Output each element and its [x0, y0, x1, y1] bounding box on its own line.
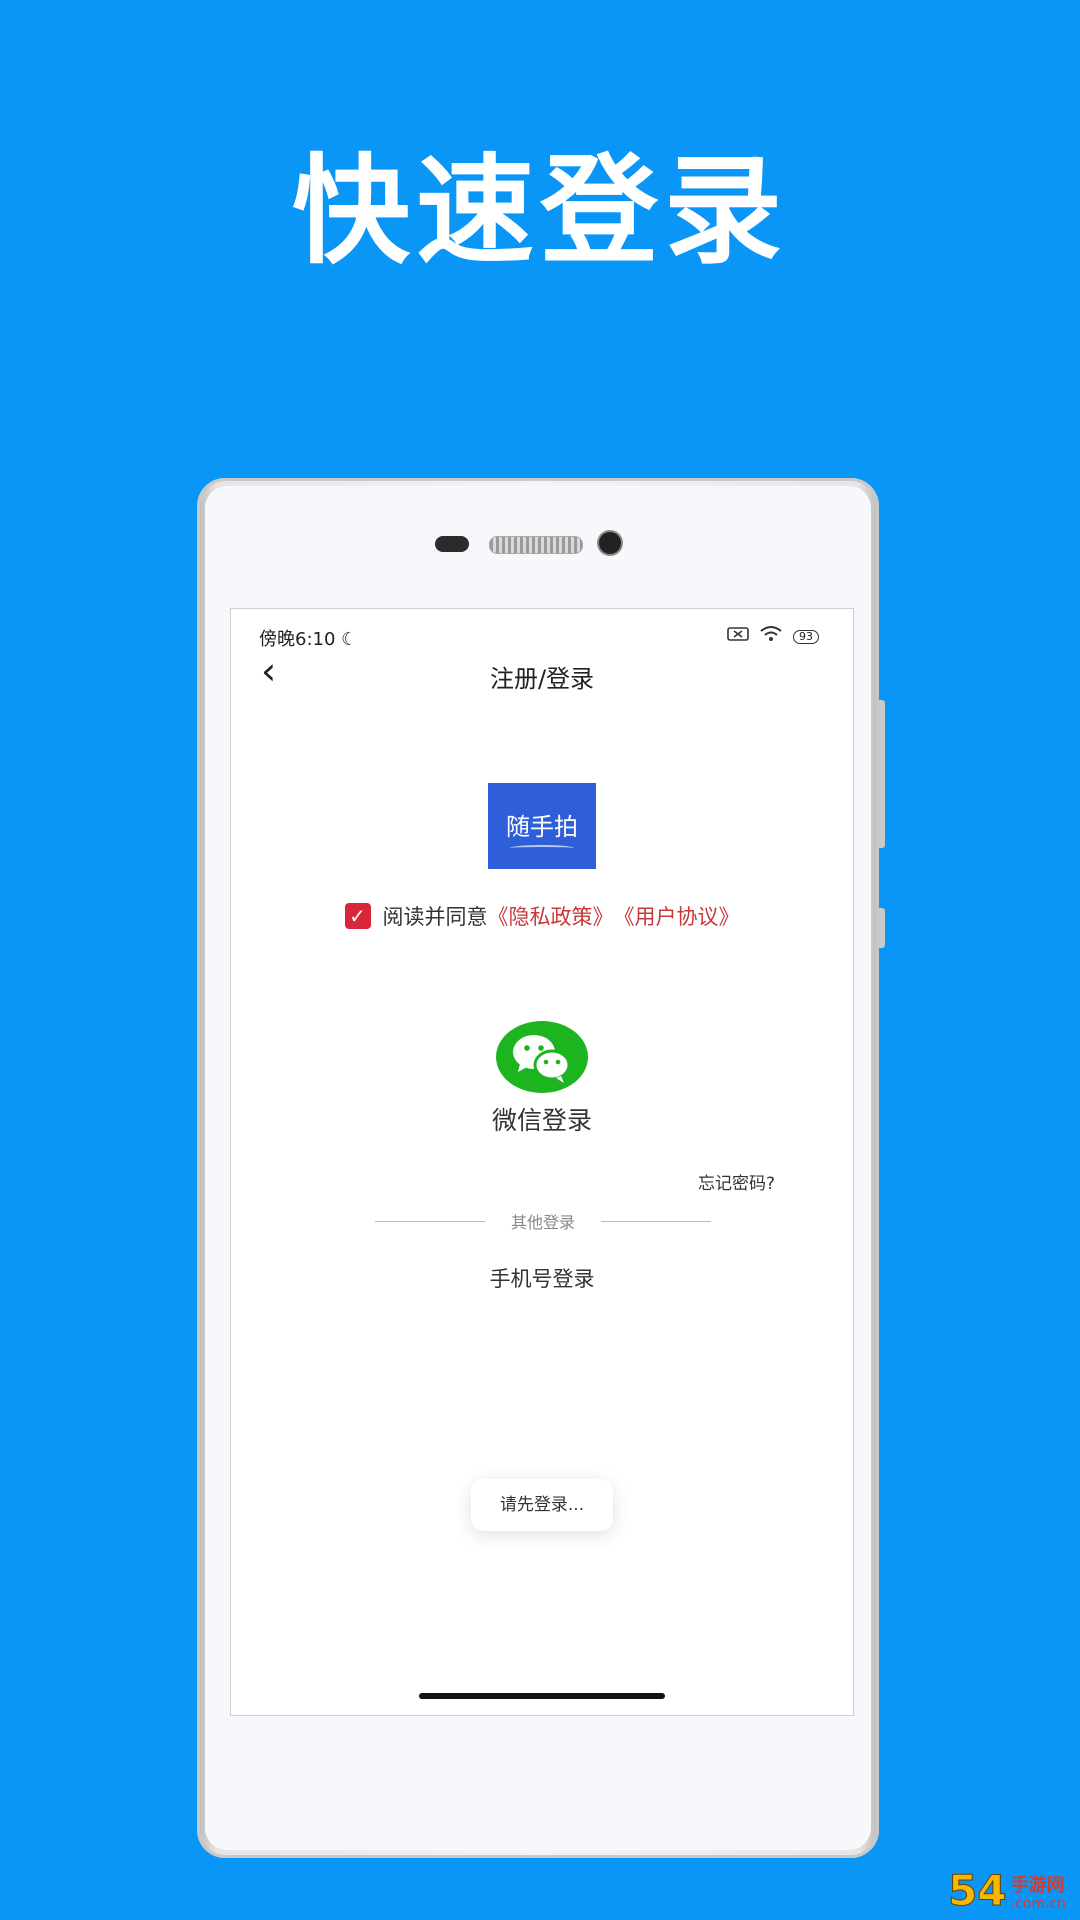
- home-indicator[interactable]: [419, 1693, 665, 1699]
- earpiece-speaker: [489, 536, 583, 554]
- watermark-text: 手游网 .com.cn: [1010, 1875, 1066, 1913]
- page-title: 注册/登录: [489, 665, 595, 693]
- no-sim-icon: [727, 626, 749, 647]
- watermark-url: .com.cn: [1010, 1896, 1066, 1912]
- status-time-text: 傍晚6:10: [259, 629, 336, 650]
- divider-line-left: [375, 1220, 485, 1222]
- wechat-icon: [513, 1035, 571, 1083]
- agreement-row: ✓ 阅读并同意 《隐私政策》 《用户协议》: [231, 901, 853, 931]
- front-camera: [599, 532, 621, 554]
- watermark-site: 手游网: [1010, 1875, 1065, 1896]
- agree-checkbox[interactable]: ✓: [344, 903, 371, 929]
- app-screen: 傍晚6:10 ☾ 93 ‹ 注册/登录 随手拍 ✓ 阅读并同意 《隐私政策》 《…: [230, 608, 854, 1716]
- phone-login-link[interactable]: 手机号登录: [231, 1263, 853, 1293]
- app-logo: 随手拍: [488, 783, 596, 869]
- wechat-login-label[interactable]: 微信登录: [231, 1101, 853, 1137]
- app-logo-text: 随手拍: [506, 813, 578, 841]
- agreement-prefix: 阅读并同意: [382, 905, 488, 929]
- user-agreement-link[interactable]: 《用户协议》: [614, 901, 740, 931]
- volume-button: [879, 700, 885, 848]
- battery-icon: 93: [793, 629, 819, 644]
- wechat-login-button[interactable]: [496, 1021, 588, 1093]
- site-watermark: 54 手游网 .com.cn: [948, 1866, 1066, 1915]
- wifi-icon: [759, 625, 783, 648]
- proximity-sensor: [435, 536, 469, 552]
- status-icons: 93: [727, 625, 819, 648]
- divider-line-right: [601, 1220, 712, 1222]
- status-bar: 傍晚6:10 ☾ 93: [231, 621, 853, 651]
- privacy-policy-link[interactable]: 《隐私政策》: [488, 901, 614, 931]
- other-login-label: 其他登录: [511, 1213, 576, 1232]
- power-button: [879, 908, 885, 948]
- headline: 快速登录: [291, 142, 788, 280]
- other-login-divider: 其他登录: [375, 1209, 712, 1233]
- forgot-password-link[interactable]: 忘记密码?: [698, 1169, 775, 1194]
- toast-message: 请先登录...: [471, 1479, 613, 1531]
- watermark-number: 54: [948, 1866, 1007, 1915]
- status-time: 傍晚6:10 ☾: [259, 625, 357, 651]
- moon-icon: ☾: [341, 629, 358, 650]
- logo-arc: [510, 845, 574, 851]
